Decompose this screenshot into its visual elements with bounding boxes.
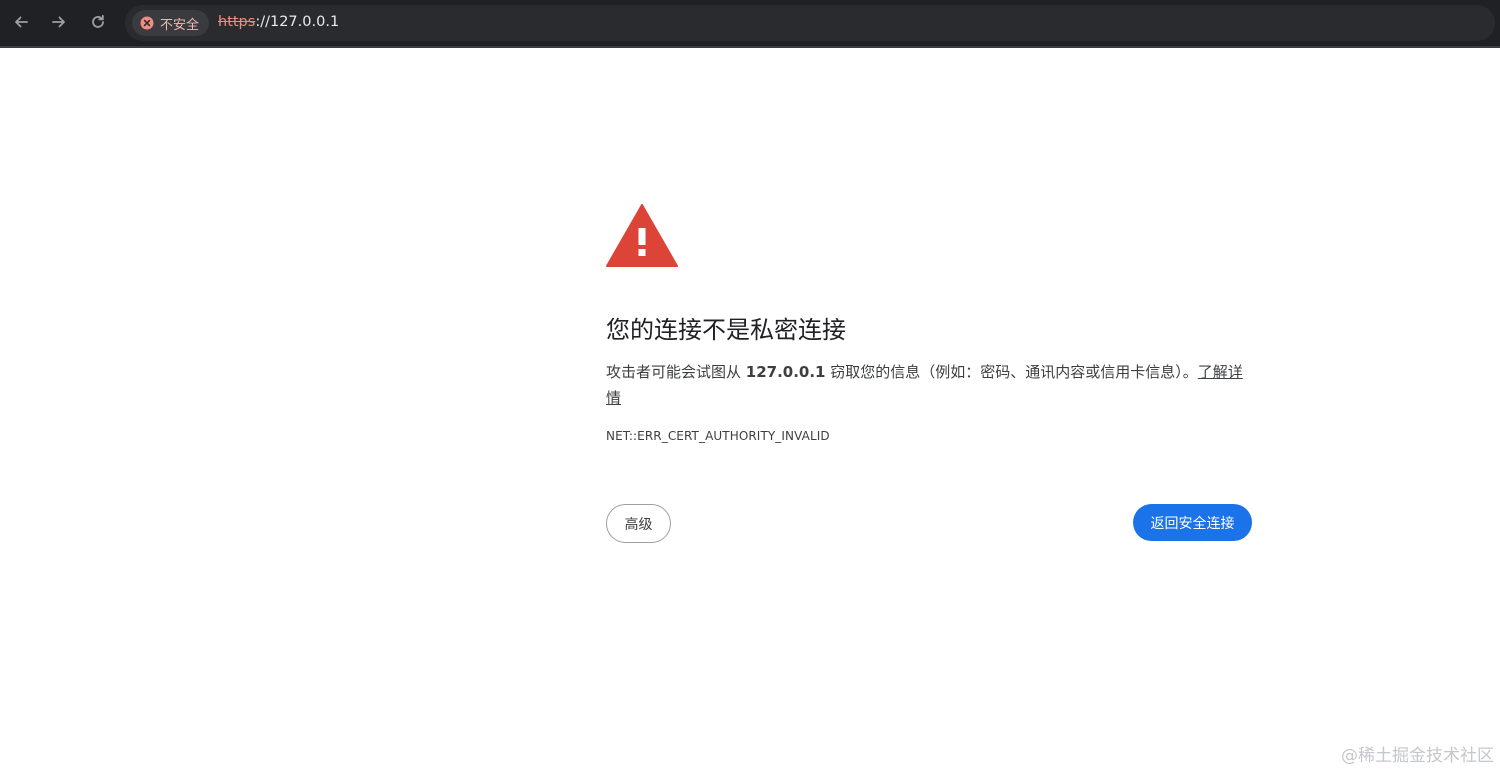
desc-text-before: 攻击者可能会试图从 bbox=[606, 363, 746, 381]
reload-icon bbox=[92, 14, 104, 28]
arrow-right-icon bbox=[52, 16, 65, 28]
security-label: 不安全 bbox=[160, 17, 200, 33]
advanced-button[interactable]: 高级 bbox=[606, 504, 671, 543]
url-text[interactable]: https://127.0.0.1 bbox=[218, 14, 339, 30]
reload-button[interactable] bbox=[85, 9, 111, 35]
browser-toolbar: 不安全 https://127.0.0.1 bbox=[0, 0, 1500, 48]
url-host: 127.0.0.1 bbox=[269, 14, 340, 30]
security-indicator[interactable]: 不安全 bbox=[132, 10, 210, 36]
desc-host: 127.0.0.1 bbox=[745, 363, 826, 381]
arrow-left-icon bbox=[15, 16, 28, 28]
page-title: 您的连接不是私密连接 bbox=[606, 316, 846, 344]
url-scheme: https bbox=[218, 14, 256, 30]
warning-triangle-icon bbox=[606, 204, 678, 267]
address-bar[interactable]: 不安全 https://127.0.0.1 bbox=[125, 5, 1495, 41]
back-to-safety-button[interactable]: 返回安全连接 bbox=[1133, 504, 1252, 541]
not-secure-icon bbox=[140, 16, 154, 30]
url-separator: :// bbox=[255, 14, 270, 30]
watermark: @稀土掘金技术社区 bbox=[1341, 746, 1494, 766]
forward-button[interactable] bbox=[46, 9, 72, 35]
desc-text-after: 窃取您的信息（例如：密码、通讯内容或信用卡信息）。 bbox=[825, 363, 1198, 381]
warning-description: 攻击者可能会试图从 127.0.0.1 窃取您的信息（例如：密码、通讯内容或信用… bbox=[606, 359, 1246, 411]
error-code: NET::ERR_CERT_AUTHORITY_INVALID bbox=[606, 429, 830, 443]
back-button[interactable] bbox=[8, 9, 34, 35]
